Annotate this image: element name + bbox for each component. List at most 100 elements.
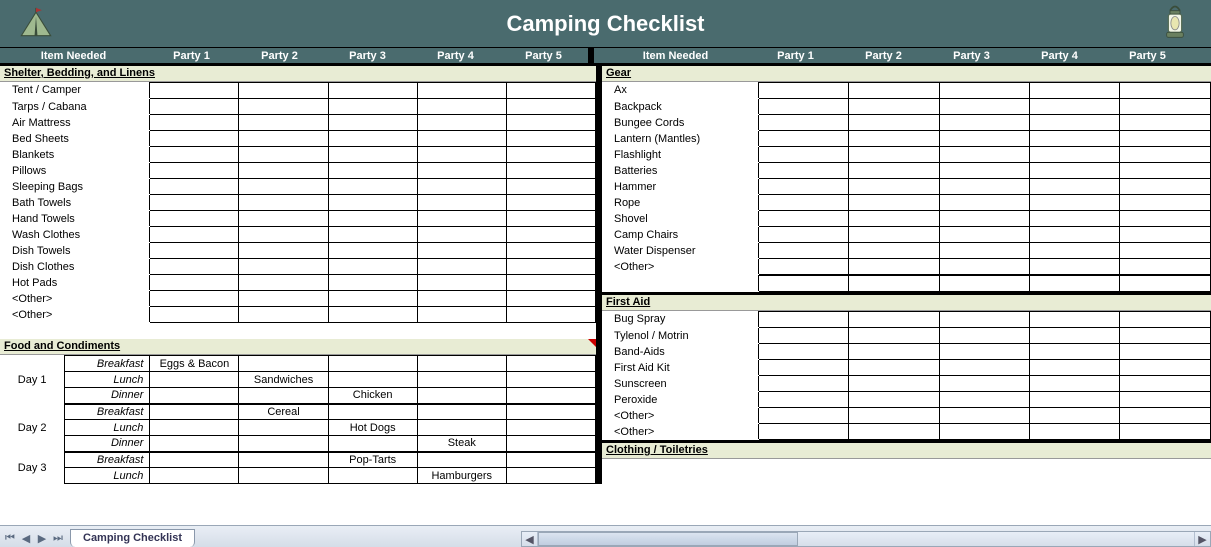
party-cell[interactable] [417,131,506,147]
food-cell[interactable] [328,436,417,452]
party-cell[interactable] [328,259,417,275]
party-cell[interactable] [506,99,595,115]
party-cell[interactable] [1030,195,1120,211]
party-cell[interactable] [150,307,239,323]
party-cell[interactable] [758,312,848,328]
food-cell[interactable] [506,388,595,404]
scroll-right-icon[interactable]: ▶ [1194,532,1210,546]
party-cell[interactable] [939,147,1029,163]
party-cell[interactable] [239,115,328,131]
party-cell[interactable] [758,163,848,179]
party-cell[interactable] [849,312,939,328]
food-cell[interactable]: Hamburgers [417,468,506,484]
party-cell[interactable] [417,195,506,211]
party-cell[interactable] [1120,227,1211,243]
party-cell[interactable] [417,99,506,115]
party-cell[interactable] [939,211,1029,227]
party-cell[interactable] [239,227,328,243]
party-cell[interactable] [758,211,848,227]
party-cell[interactable] [1030,243,1120,259]
party-cell[interactable] [939,195,1029,211]
party-cell[interactable] [939,328,1029,344]
party-cell[interactable] [849,131,939,147]
party-cell[interactable] [506,227,595,243]
party-cell[interactable] [239,259,328,275]
food-cell[interactable] [506,372,595,388]
party-cell[interactable] [758,99,848,115]
party-cell[interactable] [1120,392,1211,408]
party-cell[interactable] [1030,312,1120,328]
party-cell[interactable] [1030,328,1120,344]
party-cell[interactable] [328,227,417,243]
party-cell[interactable] [506,163,595,179]
party-cell[interactable] [239,179,328,195]
party-cell[interactable] [239,275,328,291]
party-cell[interactable] [758,195,848,211]
party-cell[interactable] [417,307,506,323]
food-cell[interactable] [417,452,506,468]
party-cell[interactable] [1120,344,1211,360]
food-cell[interactable] [328,404,417,420]
party-cell[interactable] [150,179,239,195]
party-cell[interactable] [506,211,595,227]
food-cell[interactable] [239,436,328,452]
party-cell[interactable] [417,115,506,131]
tab-nav-next-icon[interactable]: ▶ [35,531,49,545]
party-cell[interactable] [328,275,417,291]
party-cell[interactable] [417,259,506,275]
party-cell[interactable] [849,344,939,360]
food-cell[interactable] [150,372,239,388]
food-cell[interactable]: Steak [417,436,506,452]
tab-nav-first-icon[interactable]: ⏮ [3,531,17,545]
party-cell[interactable] [1030,163,1120,179]
party-cell[interactable] [417,275,506,291]
party-cell[interactable] [849,179,939,195]
party-cell[interactable] [939,179,1029,195]
party-cell[interactable] [939,115,1029,131]
party-cell[interactable] [1120,360,1211,376]
party-cell[interactable] [506,179,595,195]
party-cell[interactable] [1030,211,1120,227]
party-cell[interactable] [849,147,939,163]
food-cell[interactable] [506,356,595,372]
food-cell[interactable] [506,452,595,468]
party-cell[interactable] [1120,195,1211,211]
food-cell[interactable] [328,356,417,372]
party-cell[interactable] [506,291,595,307]
party-cell[interactable] [239,291,328,307]
food-cell[interactable] [239,452,328,468]
horizontal-scrollbar[interactable]: ◀ ▶ [521,531,1211,547]
scroll-left-icon[interactable]: ◀ [522,532,538,546]
party-cell[interactable] [150,99,239,115]
party-cell[interactable] [150,163,239,179]
party-cell[interactable] [939,424,1029,440]
food-cell[interactable] [506,436,595,452]
party-cell[interactable] [849,408,939,424]
party-cell[interactable] [939,408,1029,424]
party-cell[interactable] [150,195,239,211]
party-cell[interactable] [417,83,506,99]
party-cell[interactable] [939,344,1029,360]
party-cell[interactable] [328,243,417,259]
party-cell[interactable] [849,99,939,115]
party-cell[interactable] [758,259,848,275]
party-cell[interactable] [328,179,417,195]
party-cell[interactable] [758,408,848,424]
party-cell[interactable] [1030,360,1120,376]
party-cell[interactable] [758,344,848,360]
food-cell[interactable]: Hot Dogs [328,420,417,436]
party-cell[interactable] [939,312,1029,328]
party-cell[interactable] [239,99,328,115]
party-cell[interactable] [1120,328,1211,344]
food-cell[interactable]: Pop-Tarts [328,452,417,468]
party-cell[interactable] [328,163,417,179]
party-cell[interactable] [150,243,239,259]
party-cell[interactable] [1120,115,1211,131]
party-cell[interactable] [328,131,417,147]
party-cell[interactable] [1030,147,1120,163]
party-cell[interactable] [328,115,417,131]
food-cell[interactable] [239,356,328,372]
party-cell[interactable] [239,131,328,147]
party-cell[interactable] [1030,408,1120,424]
party-cell[interactable] [506,259,595,275]
